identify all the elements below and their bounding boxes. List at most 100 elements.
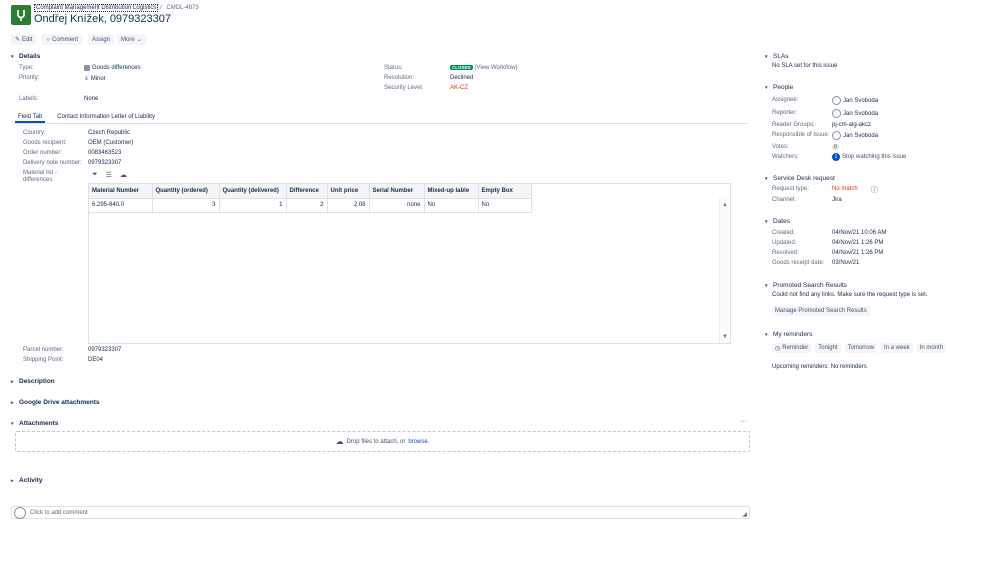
priority-label: Priority: (19, 75, 40, 81)
view-workflow-link[interactable]: (View Workflow) (474, 65, 517, 71)
reporter-value[interactable]: Jan Svoboda (832, 109, 878, 118)
cell-unit-price[interactable]: 2.08 (327, 198, 370, 213)
col-quantity-delivered[interactable]: Quantity (delivered) (219, 184, 287, 199)
scroll-down-icon[interactable]: ▼ (722, 334, 728, 340)
votes-count-badge: 0 (832, 144, 839, 150)
updated-value: 04/Nov/21 1:26 PM (832, 240, 884, 246)
list-icon[interactable]: ☰ (106, 171, 112, 179)
in-month-button[interactable]: In month (916, 343, 947, 353)
cell-quantity-ordered[interactable]: 3 (152, 198, 220, 213)
edit-label: Edit (22, 36, 33, 43)
reminders-toggle[interactable]: ▾ My reminders (765, 331, 812, 338)
breadcrumb: Complaint Management Distribution Logist… (34, 4, 199, 12)
col-mixed-up-lable[interactable]: Mixed-up lable (424, 184, 479, 199)
watchers-value[interactable]: 1 Stop watching this issue (832, 153, 906, 161)
tomorrow-button[interactable]: Tomorrow (844, 343, 877, 353)
caret-right-icon: ▸ (11, 477, 14, 484)
order-label: Order number: (23, 150, 63, 156)
attachments-more-icon[interactable]: ··· (740, 418, 747, 425)
col-unit-price[interactable]: Unit price (327, 184, 370, 199)
channel-label: Channel: (772, 197, 797, 203)
table-row[interactable]: 6.295-840.0 3 1 2 2.08 none No No (89, 198, 532, 213)
avatar (832, 131, 841, 140)
col-difference[interactable]: Difference (286, 184, 328, 199)
edit-button[interactable]: ✎ Edit (11, 34, 37, 45)
col-empty-box[interactable]: Empty Box (478, 184, 532, 199)
google-drive-toggle[interactable]: ▸ Google Drive attachments (11, 399, 100, 406)
cloud-download-icon[interactable]: ☁ (120, 171, 127, 179)
cell-serial-number[interactable]: none (369, 198, 425, 213)
issue-title[interactable]: Ondřej Kníže​k, 0979323307 (34, 13, 171, 25)
reminder-button[interactable]: ◷ Reminder (772, 343, 812, 353)
col-material-number[interactable]: Material Number (89, 184, 153, 199)
in-a-week-button[interactable]: In a week (880, 343, 913, 353)
people-toggle[interactable]: ▾ People (765, 84, 793, 91)
grid-vertical-scrollbar[interactable]: ▲ ▼ (719, 198, 730, 343)
filter-icon[interactable]: ⏷ (92, 171, 98, 179)
attachment-dropzone[interactable]: ☁ Drop files to attach, or browse. (15, 431, 750, 452)
resize-handle-icon[interactable]: ◢ (742, 511, 747, 518)
reporter-name: Jan Svoboda (843, 110, 879, 117)
status-label: Status: (384, 65, 403, 71)
more-button[interactable]: More ⌄ (117, 34, 146, 45)
promoted-text: Could not find any links. Make sure the … (772, 292, 928, 298)
tab-field-tab[interactable]: Field Tab (15, 113, 46, 123)
manage-promoted-button[interactable]: Manage Promoted Search Results (772, 306, 870, 316)
cell-difference[interactable]: 2 (286, 198, 328, 213)
updated-label: Updated: (772, 240, 797, 246)
cell-quantity-delivered[interactable]: 1 (219, 198, 287, 213)
grid-toolbar: ⏷ ☰ ☁ (92, 171, 127, 179)
col-quantity-ordered[interactable]: Quantity (ordered) (152, 184, 220, 199)
request-type-label: Request type: (772, 186, 810, 192)
project-avatar[interactable] (11, 5, 31, 25)
breadcrumb-issue-key[interactable]: CMDL-4873 (166, 5, 198, 11)
slas-heading: SLAs (773, 53, 789, 60)
activity-toggle[interactable]: ▸ Activity (11, 477, 42, 484)
slas-toggle[interactable]: ▾ SLAs (765, 53, 789, 60)
dates-toggle[interactable]: ▾ Dates (765, 218, 790, 225)
type-value: Goods differences (84, 65, 141, 71)
material-table: Material Number Quantity (ordered) Quant… (89, 184, 532, 213)
votes-label: Votes: (772, 144, 789, 150)
priority-minor-icon: ⇓ (84, 76, 90, 82)
shipping-value: DE04 (88, 357, 104, 363)
breadcrumb-project-link[interactable]: Complaint Management Distribution Logist… (34, 4, 159, 12)
browse-link[interactable]: browse. (408, 439, 429, 445)
material-label: Material list - differences: (23, 170, 58, 183)
labels-value[interactable]: None (84, 96, 98, 102)
cell-material-number[interactable]: 6.295-840.0 (89, 198, 153, 213)
caret-down-icon: ▾ (765, 84, 768, 91)
responsible-value[interactable]: Jan Svoboda (832, 131, 878, 140)
people-heading: People (773, 84, 794, 91)
cell-mixed-up-lable[interactable]: No (424, 198, 479, 213)
assignee-name: Jan Svoboda (843, 97, 879, 104)
upcoming-reminders-text: Upcoming reminders: No reminders (772, 364, 867, 370)
votes-value[interactable]: 0 (832, 144, 839, 150)
comment-placeholder: Click to add comment (30, 509, 88, 516)
col-serial-number[interactable]: Serial Number (369, 184, 425, 199)
type-text: Goods differences (92, 65, 141, 71)
assignee-value[interactable]: Jan Svoboda (832, 96, 878, 105)
details-toggle[interactable]: ▾ Details (11, 53, 40, 60)
help-icon[interactable]: ⓘ (871, 185, 878, 195)
resolution-label: Resolution: (384, 75, 415, 81)
attachments-toggle[interactable]: ▾ Attachments (11, 420, 58, 427)
status-badge: CLOSED (450, 65, 473, 70)
cell-empty-box[interactable]: No (478, 198, 532, 213)
stop-watching-link[interactable]: Stop watching this issue (842, 154, 906, 160)
material-table-header: Material Number Quantity (ordered) Quant… (89, 184, 532, 199)
description-toggle[interactable]: ▸ Description (11, 378, 55, 385)
details-heading: Details (19, 53, 41, 60)
add-comment-field[interactable]: Click to add comment ◢ (11, 506, 750, 519)
comment-button[interactable]: ○ Comment (42, 34, 83, 45)
tab-contact-information[interactable]: Contact Information Letter of Liability (54, 113, 158, 123)
tonight-button[interactable]: Tonight (815, 343, 841, 353)
service-desk-toggle[interactable]: ▾ Service Desk request (765, 175, 835, 182)
promoted-toggle[interactable]: ▾ Promoted Search Results (765, 282, 847, 289)
assign-button[interactable]: Assign (88, 34, 115, 45)
recipient-label: Goods recipient: (23, 140, 67, 146)
slas-text: No SLA set for this issue (772, 63, 838, 69)
scroll-up-icon[interactable]: ▲ (722, 202, 728, 208)
breadcrumb-separator: / (160, 5, 162, 11)
channel-value: Jira (832, 197, 842, 203)
